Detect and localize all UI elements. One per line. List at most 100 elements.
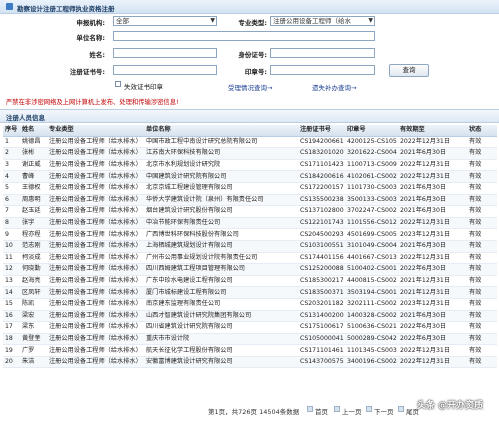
table-row[interactable]: 19 广罗 注册公用设备工程师（给水排水） 航天长征化学工程股份有限公司 CS17110… [3, 344, 497, 357]
table-cell: 1100713-CS009 [345, 159, 398, 172]
table-cell: 有效 [467, 263, 497, 276]
table-row[interactable]: 18 黄登奎 注册公用设备工程师（给水排水） 重庆市市设计院 CS105000041 50… [3, 333, 497, 346]
name-input[interactable] [113, 48, 217, 58]
next-page-icon[interactable] [366, 406, 372, 412]
table-cell: 注册公用设备工程师（给水排水） [47, 286, 144, 299]
table-row[interactable]: 5 王德权 注册公用设备工程师（给水排水） 北京京城工程建设管理有限公司 CS17220… [3, 182, 497, 195]
table-row[interactable]: 9 程亦程 注册公用设备工程师（给水排水） 广西博世科环保科技股份有限公司 CS2045… [3, 228, 497, 241]
window-title: 勘察设计注册工程师执业资格注册 [17, 5, 115, 13]
table-row[interactable]: 4 曹峰 注册公用设备工程师（给水排水） 中国建筑设计研究院有限公司 CS1842006… [3, 170, 497, 183]
table-row[interactable]: 14 区凤轩 注册公用设备工程师（给水排水） 厦门市城标建设工程有限公司 CS18350… [3, 286, 497, 299]
col-header[interactable]: 印章号 [345, 125, 398, 137]
table-row[interactable]: 16 梁宏 注册公用设备工程师（给水排水） 山西才智建筑设计研究院集团有限公司 CS13… [3, 310, 497, 323]
id-input[interactable] [270, 48, 375, 58]
cert-input[interactable] [113, 65, 217, 75]
table-cell: 有效 [467, 252, 497, 265]
first-page-icon[interactable] [307, 406, 313, 412]
col-header[interactable]: 单位名称 [144, 125, 298, 137]
table-cell: 有效 [467, 298, 497, 311]
page-summary: 第1页，共726页 14504条数据 [208, 408, 300, 416]
table-cell: 南京建东监理有限责任公司 [144, 298, 298, 311]
table-row[interactable]: 1 姚德昌 注册公用设备工程师（给水排水） 中国市政工程中南设计研究总院有限公司 CS1… [3, 136, 497, 149]
table-cell: 1101730-CS003 [345, 182, 398, 195]
table-cell: 黄登奎 [20, 333, 47, 346]
col-header[interactable]: 姓名 [20, 125, 47, 137]
col-header[interactable]: 状态 [467, 125, 497, 137]
expired-checkbox[interactable] [115, 81, 121, 87]
table-cell: 周惠明 [20, 194, 47, 207]
table-cell: 3 [3, 159, 20, 172]
table-cell: 何晓勤 [20, 263, 47, 276]
table-cell: CS175100617 [298, 321, 345, 334]
query-button[interactable]: 查询 [389, 64, 429, 77]
col-header[interactable]: 序号 [3, 125, 20, 137]
table-row[interactable]: 12 何晓勤 注册公用设备工程师（给水排水） 四川西姆建筑工程项目管理有限公司 CS12… [3, 263, 497, 276]
table-cell: 中国建筑设计研究院有限公司 [144, 170, 298, 183]
col-header[interactable]: 有效期至 [398, 125, 467, 137]
table-row[interactable]: 3 谢正威 注册公用设备工程师（给水排水） 北京市水利规划设计研究院 CS1711014… [3, 159, 497, 172]
table-cell: 2022年12月31日 [398, 344, 467, 357]
org-label: 申报机构: [76, 19, 105, 27]
company-input[interactable] [113, 31, 375, 41]
search-form: 申报机构: 全部 ▼ 专业类型: 注册公用设备工程师（给水 ▼ 单位名称: 姓名… [0, 14, 499, 98]
seal-input[interactable] [270, 65, 375, 75]
table-cell: 2022年6月30日 [398, 321, 467, 334]
table-cell: 注册公用设备工程师（给水排水） [47, 356, 144, 369]
table-cell: 广东中珍水电建设工程有限公司 [144, 275, 298, 288]
table-cell: 谢正威 [20, 159, 47, 172]
table-row[interactable]: 7 赵玉廷 注册公用设备工程师（给水排水） 烟台建筑设计研究股份有限公司 CS13710… [3, 205, 497, 218]
table-cell: CS105000041 [298, 333, 345, 346]
table-cell: CS143700575 [298, 356, 345, 369]
chevron-down-icon: ▼ [368, 17, 373, 24]
table-cell: 陈凯 [20, 298, 47, 311]
table-cell: 5100636-CS021 [345, 321, 398, 334]
table-row[interactable]: 17 梁东 注册公用设备工程师（给水排水） 四川省建筑设计研究院有限公司 CS17510… [3, 321, 497, 334]
prev-page-icon[interactable] [334, 406, 340, 412]
table-cell: 梁宏 [20, 310, 47, 323]
table-cell: 2021年6月30日 [398, 240, 467, 253]
accept-query-link[interactable]: 受理情况查询→ [228, 82, 272, 92]
table-cell: 2022年12月31日 [398, 170, 467, 183]
table-cell: 4102061-CS002 [345, 170, 398, 183]
prev-page-link[interactable]: 上一页 [342, 406, 362, 416]
table-cell: 注册公用设备工程师（给水排水） [47, 321, 144, 334]
table-cell: 16 [3, 310, 20, 323]
table-cell: 1101345-CS003 [345, 344, 398, 357]
table-cell: CS184200616 [298, 170, 345, 183]
table-cell: 1400328-CS002 [345, 310, 398, 323]
table-cell: 20 [3, 356, 20, 369]
table-cell: 2022年12月31日 [398, 356, 467, 369]
last-page-icon[interactable] [398, 406, 404, 412]
table-row[interactable]: 11 柯淡成 注册公用设备工程师（给水排水） 广州市公用事业规划设计院有限责任公司 CS… [3, 252, 497, 265]
table-cell: 有效 [467, 205, 497, 218]
table-row[interactable]: 10 范志刚 注册公用设备工程师（给水排水） 上海栖城建筑规划设计有限公司 CS1031… [3, 240, 497, 253]
next-page-link[interactable]: 下一页 [374, 406, 394, 416]
table-cell: 注册公用设备工程师（给水排水） [47, 252, 144, 265]
table-cell: 有效 [467, 170, 497, 183]
table-cell: 注册公用设备工程师（给水排水） [47, 136, 144, 149]
table-row[interactable]: 15 陈凯 注册公用设备工程师（给水排水） 南京建东监理有限责任公司 CS2032011… [3, 298, 497, 311]
first-page-link[interactable]: 首页 [315, 406, 328, 416]
col-header[interactable]: 专业类型 [47, 125, 144, 137]
table-row[interactable]: 2 张彬 注册公用设备工程师（给水排水） 江苏南大环保科技有限公司 CS18320102… [3, 147, 497, 160]
org-select[interactable]: 全部 ▼ [113, 16, 217, 26]
table-row[interactable]: 13 赵海亮 注册公用设备工程师（给水排水） 广东中珍水电建设工程有限公司 CS1853… [3, 275, 497, 288]
table-cell: 有效 [467, 182, 497, 195]
major-select-value: 注册公用设备工程师（给水 [273, 17, 351, 25]
title-bar: 勘察设计注册工程师执业资格注册 [0, 0, 499, 14]
table-cell: 4 [3, 170, 20, 183]
col-header[interactable]: 注册证书号 [298, 125, 345, 137]
table-row[interactable]: 20 朱洁 注册公用设备工程师（给水排水） 安徽富博建筑设计研究有限公司 CS14370… [3, 356, 497, 369]
table-cell: 5000289-CS042 [345, 333, 398, 346]
reissue-query-link[interactable]: 遗失补办查询→ [312, 82, 356, 92]
table-cell: 17 [3, 321, 20, 334]
section-title: 注册人员信息 [6, 114, 45, 122]
table-cell: 1 [3, 136, 20, 149]
table-row[interactable]: 8 张宇 注册公用设备工程师（给水排水） 中冶节能环保有限责任公司 CS12210174… [3, 217, 497, 230]
table-row[interactable]: 6 周惠明 注册公用设备工程师（给水排水） 华侨大学建筑设计院（泉州）有限责任公司 CS… [3, 194, 497, 207]
major-select[interactable]: 注册公用设备工程师（给水 ▼ [270, 16, 375, 26]
table-cell: CS131400200 [298, 310, 345, 323]
table-cell: 朱洁 [20, 356, 47, 369]
table-cell: CS183500371 [298, 286, 345, 299]
table-cell: 注册公用设备工程师（给水排水） [47, 344, 144, 357]
